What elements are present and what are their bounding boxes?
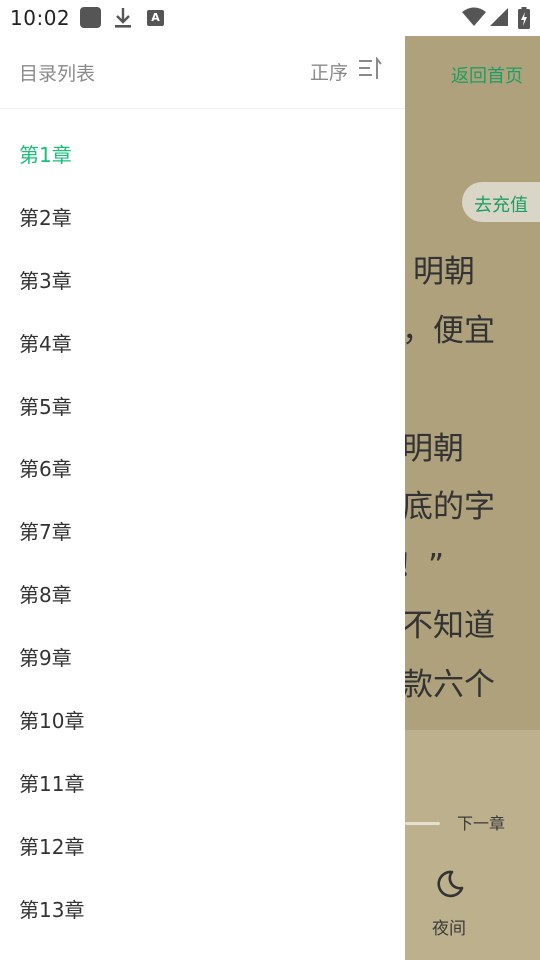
reader-bottom-toolbar: 下一章 夜间 xyxy=(405,730,540,960)
chapter-progress-slider[interactable] xyxy=(405,822,440,825)
wifi-icon xyxy=(462,7,486,31)
screen: 10:02 A 返回首页 去充值 明朝 ，便宜 明朝 底的字 ！” 不知道 xyxy=(0,0,540,960)
story-text-line: ！” xyxy=(405,548,445,584)
chapter-item[interactable]: 第14章 xyxy=(0,940,405,960)
chapter-item[interactable]: 第9章 xyxy=(0,625,405,688)
chapter-item[interactable]: 第12章 xyxy=(0,814,405,877)
chapter-item[interactable]: 第2章 xyxy=(0,185,405,248)
status-time: 10:02 xyxy=(10,6,71,30)
download-icon xyxy=(114,7,132,33)
a-letter-icon: A xyxy=(147,10,164,26)
chapter-item[interactable]: 第4章 xyxy=(0,311,405,374)
recharge-label: 去充值 xyxy=(474,195,528,216)
story-text-line: 底的字 xyxy=(405,489,495,525)
reader-page[interactable]: 返回首页 去充值 明朝 ，便宜 明朝 底的字 ！” 不知道 款六个 下一章 夜间 xyxy=(405,36,540,960)
night-mode-label[interactable]: 夜间 xyxy=(432,914,466,939)
story-text-line: 明朝 xyxy=(413,254,475,290)
drawer-header: 目录列表 正序 xyxy=(0,36,405,109)
chapter-item[interactable]: 第10章 xyxy=(0,688,405,751)
story-text-line: ，便宜 xyxy=(405,313,495,349)
story-text-line: 明朝 xyxy=(405,431,464,467)
catalog-drawer: 目录列表 正序 第1章 第2章 第3章 第4章 第5章 第6章 第7章 第8章 第9章 第10章第… xyxy=(0,36,405,960)
app-square-icon xyxy=(80,7,101,28)
reader-content-area: 返回首页 去充值 明朝 ，便宜 明朝 底的字 ！” 不知道 款六个 xyxy=(405,36,540,730)
catalog-title: 目录列表 xyxy=(19,63,96,85)
status-bar: 10:02 A xyxy=(0,0,540,36)
chapter-item[interactable]: 第6章 xyxy=(0,436,405,499)
story-text-line: 不知道 xyxy=(405,608,495,644)
chapter-list: 第1章 第2章 第3章 第4章 第5章 第6章 第7章 第8章 第9章 第10章 第11章 第12章第… xyxy=(0,122,405,960)
chapter-item[interactable]: 第11章 xyxy=(0,751,405,814)
chapter-item[interactable]: 第5章 xyxy=(0,374,405,437)
back-home-button[interactable]: 返回首页 xyxy=(451,62,523,88)
sort-order-button[interactable]: 正序 xyxy=(310,56,382,86)
moon-icon[interactable] xyxy=(434,868,466,904)
chapter-item[interactable]: 第13章 xyxy=(0,877,405,940)
chapter-item[interactable]: 第3章 xyxy=(0,248,405,311)
sort-order-label: 正序 xyxy=(310,61,349,84)
chapter-item[interactable]: 第7章 xyxy=(0,499,405,562)
chapter-item[interactable]: 第8章 xyxy=(0,562,405,625)
chapter-item[interactable]: 第1章 xyxy=(0,122,405,185)
next-chapter-button[interactable]: 下一章 xyxy=(457,810,505,834)
sort-order-icon xyxy=(358,56,382,85)
recharge-button[interactable]: 去充值 xyxy=(462,182,540,222)
story-text-line: 款六个 xyxy=(405,667,495,703)
battery-charging-icon xyxy=(518,7,530,33)
cell-signal-icon xyxy=(489,7,509,31)
